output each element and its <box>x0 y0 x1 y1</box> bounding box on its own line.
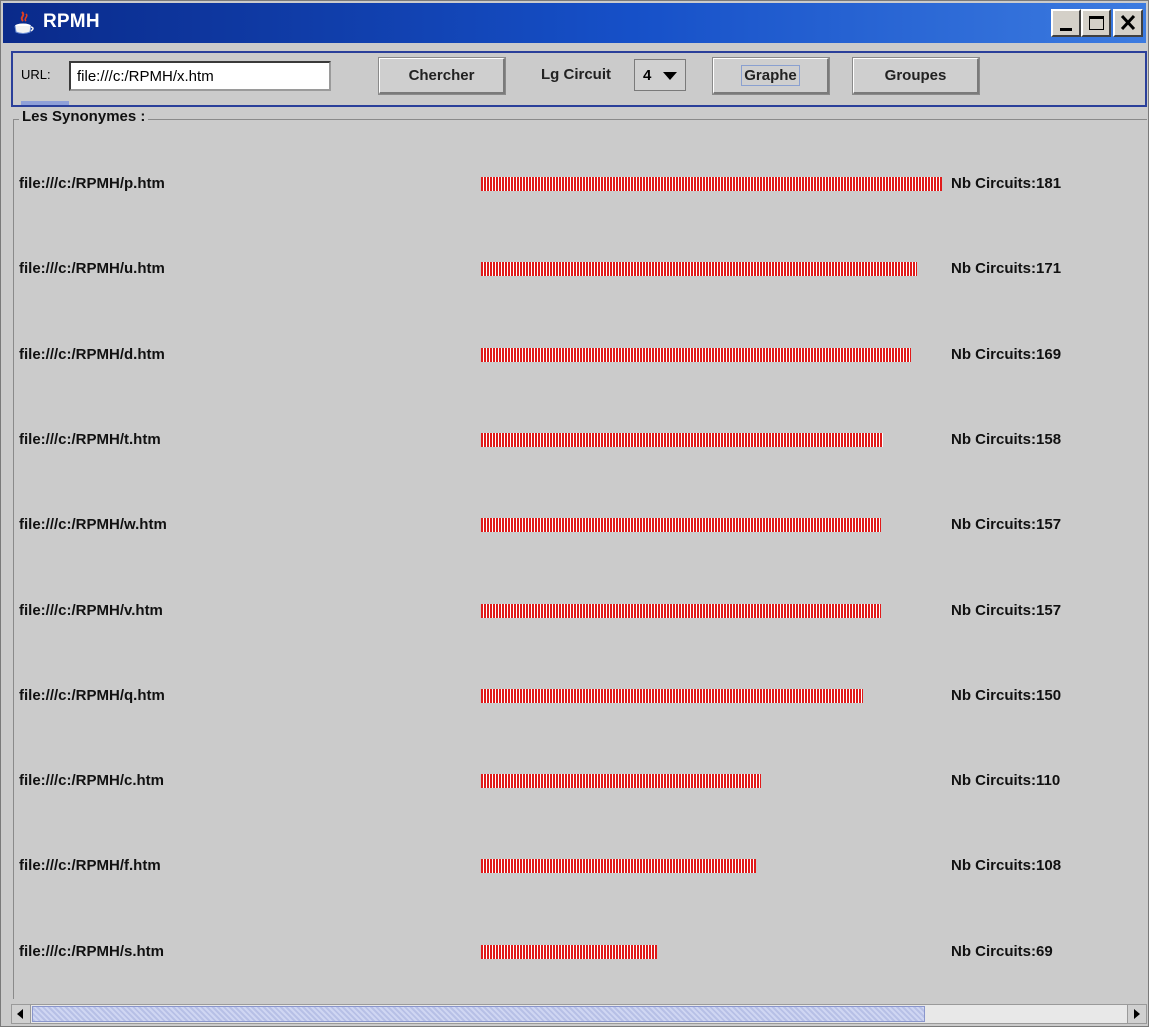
scroll-left-icon[interactable] <box>12 1005 31 1023</box>
scroll-thumb[interactable] <box>32 1006 925 1022</box>
graph-button[interactable]: Graphe <box>712 57 830 95</box>
circuit-count-label: Nb Circuits:69 <box>951 943 1053 960</box>
circuit-count-label: Nb Circuits:150 <box>951 687 1062 704</box>
graph-button-label: Graphe <box>741 65 800 86</box>
java-icon <box>14 11 34 34</box>
synonym-file-label: file:///c:/RPMH/t.htm <box>19 431 161 448</box>
circuit-count-bar <box>481 604 881 618</box>
circuit-count-bar <box>481 433 883 447</box>
synonym-file-label: file:///c:/RPMH/f.htm <box>19 857 161 874</box>
circuit-count-bar <box>481 859 756 873</box>
synonym-file-label: file:///c:/RPMH/d.htm <box>19 346 165 363</box>
synonym-file-label: file:///c:/RPMH/q.htm <box>19 687 165 704</box>
synonym-file-label: file:///c:/RPMH/c.htm <box>19 772 165 789</box>
scroll-right-icon[interactable] <box>1127 1005 1146 1023</box>
search-button[interactable]: Chercher <box>378 57 506 95</box>
synonym-file-label: file:///c:/RPMH/p.htm <box>19 175 165 192</box>
circuit-count-label: Nb Circuits:157 <box>951 516 1062 533</box>
synonym-file-label: file:///c:/RPMH/w.htm <box>19 516 167 533</box>
circuit-count-label: Nb Circuits:108 <box>951 857 1062 874</box>
circuit-count-label: Nb Circuits:158 <box>951 431 1062 448</box>
synonyms-title: Les Synonymes : <box>19 108 149 125</box>
synonym-file-label: file:///c:/RPMH/u.htm <box>19 260 165 277</box>
circuit-count-label: Nb Circuits:157 <box>951 602 1062 619</box>
app-window: RPMH URL: Chercher Lg Circuit 4 Graphe G… <box>0 0 1149 1027</box>
url-label: URL: <box>21 67 51 82</box>
lg-circuit-select[interactable]: 4 <box>634 59 686 91</box>
circuit-count-bar <box>481 689 863 703</box>
lg-circuit-value: 4 <box>643 66 652 84</box>
circuit-count-label: Nb Circuits:169 <box>951 346 1062 363</box>
synonym-file-label: file:///c:/RPMH/s.htm <box>19 943 165 960</box>
circuit-count-bar <box>481 177 942 191</box>
circuit-count-bar <box>481 945 657 959</box>
circuit-count-bar <box>481 774 761 788</box>
synonym-file-label: file:///c:/RPMH/v.htm <box>19 602 163 619</box>
circuit-count-bar <box>481 348 911 362</box>
circuit-count-bar <box>481 518 881 532</box>
close-icon[interactable] <box>1113 9 1143 37</box>
minimize-icon[interactable] <box>1051 9 1081 37</box>
circuit-count-label: Nb Circuits:181 <box>951 175 1062 192</box>
circuit-count-label: Nb Circuits:171 <box>951 260 1062 277</box>
circuit-count-label: Nb Circuits:110 <box>951 772 1061 789</box>
url-input[interactable] <box>69 61 331 91</box>
lg-circuit-label: Lg Circuit <box>541 66 611 83</box>
window-title: RPMH <box>43 11 100 32</box>
focus-accent <box>21 101 69 105</box>
chevron-down-icon[interactable] <box>663 72 677 80</box>
title-bar[interactable]: RPMH <box>3 3 1146 43</box>
groups-button[interactable]: Groupes <box>852 57 980 95</box>
horizontal-scrollbar[interactable] <box>11 1004 1147 1024</box>
circuit-count-bar <box>481 262 917 276</box>
maximize-icon[interactable] <box>1081 9 1111 37</box>
